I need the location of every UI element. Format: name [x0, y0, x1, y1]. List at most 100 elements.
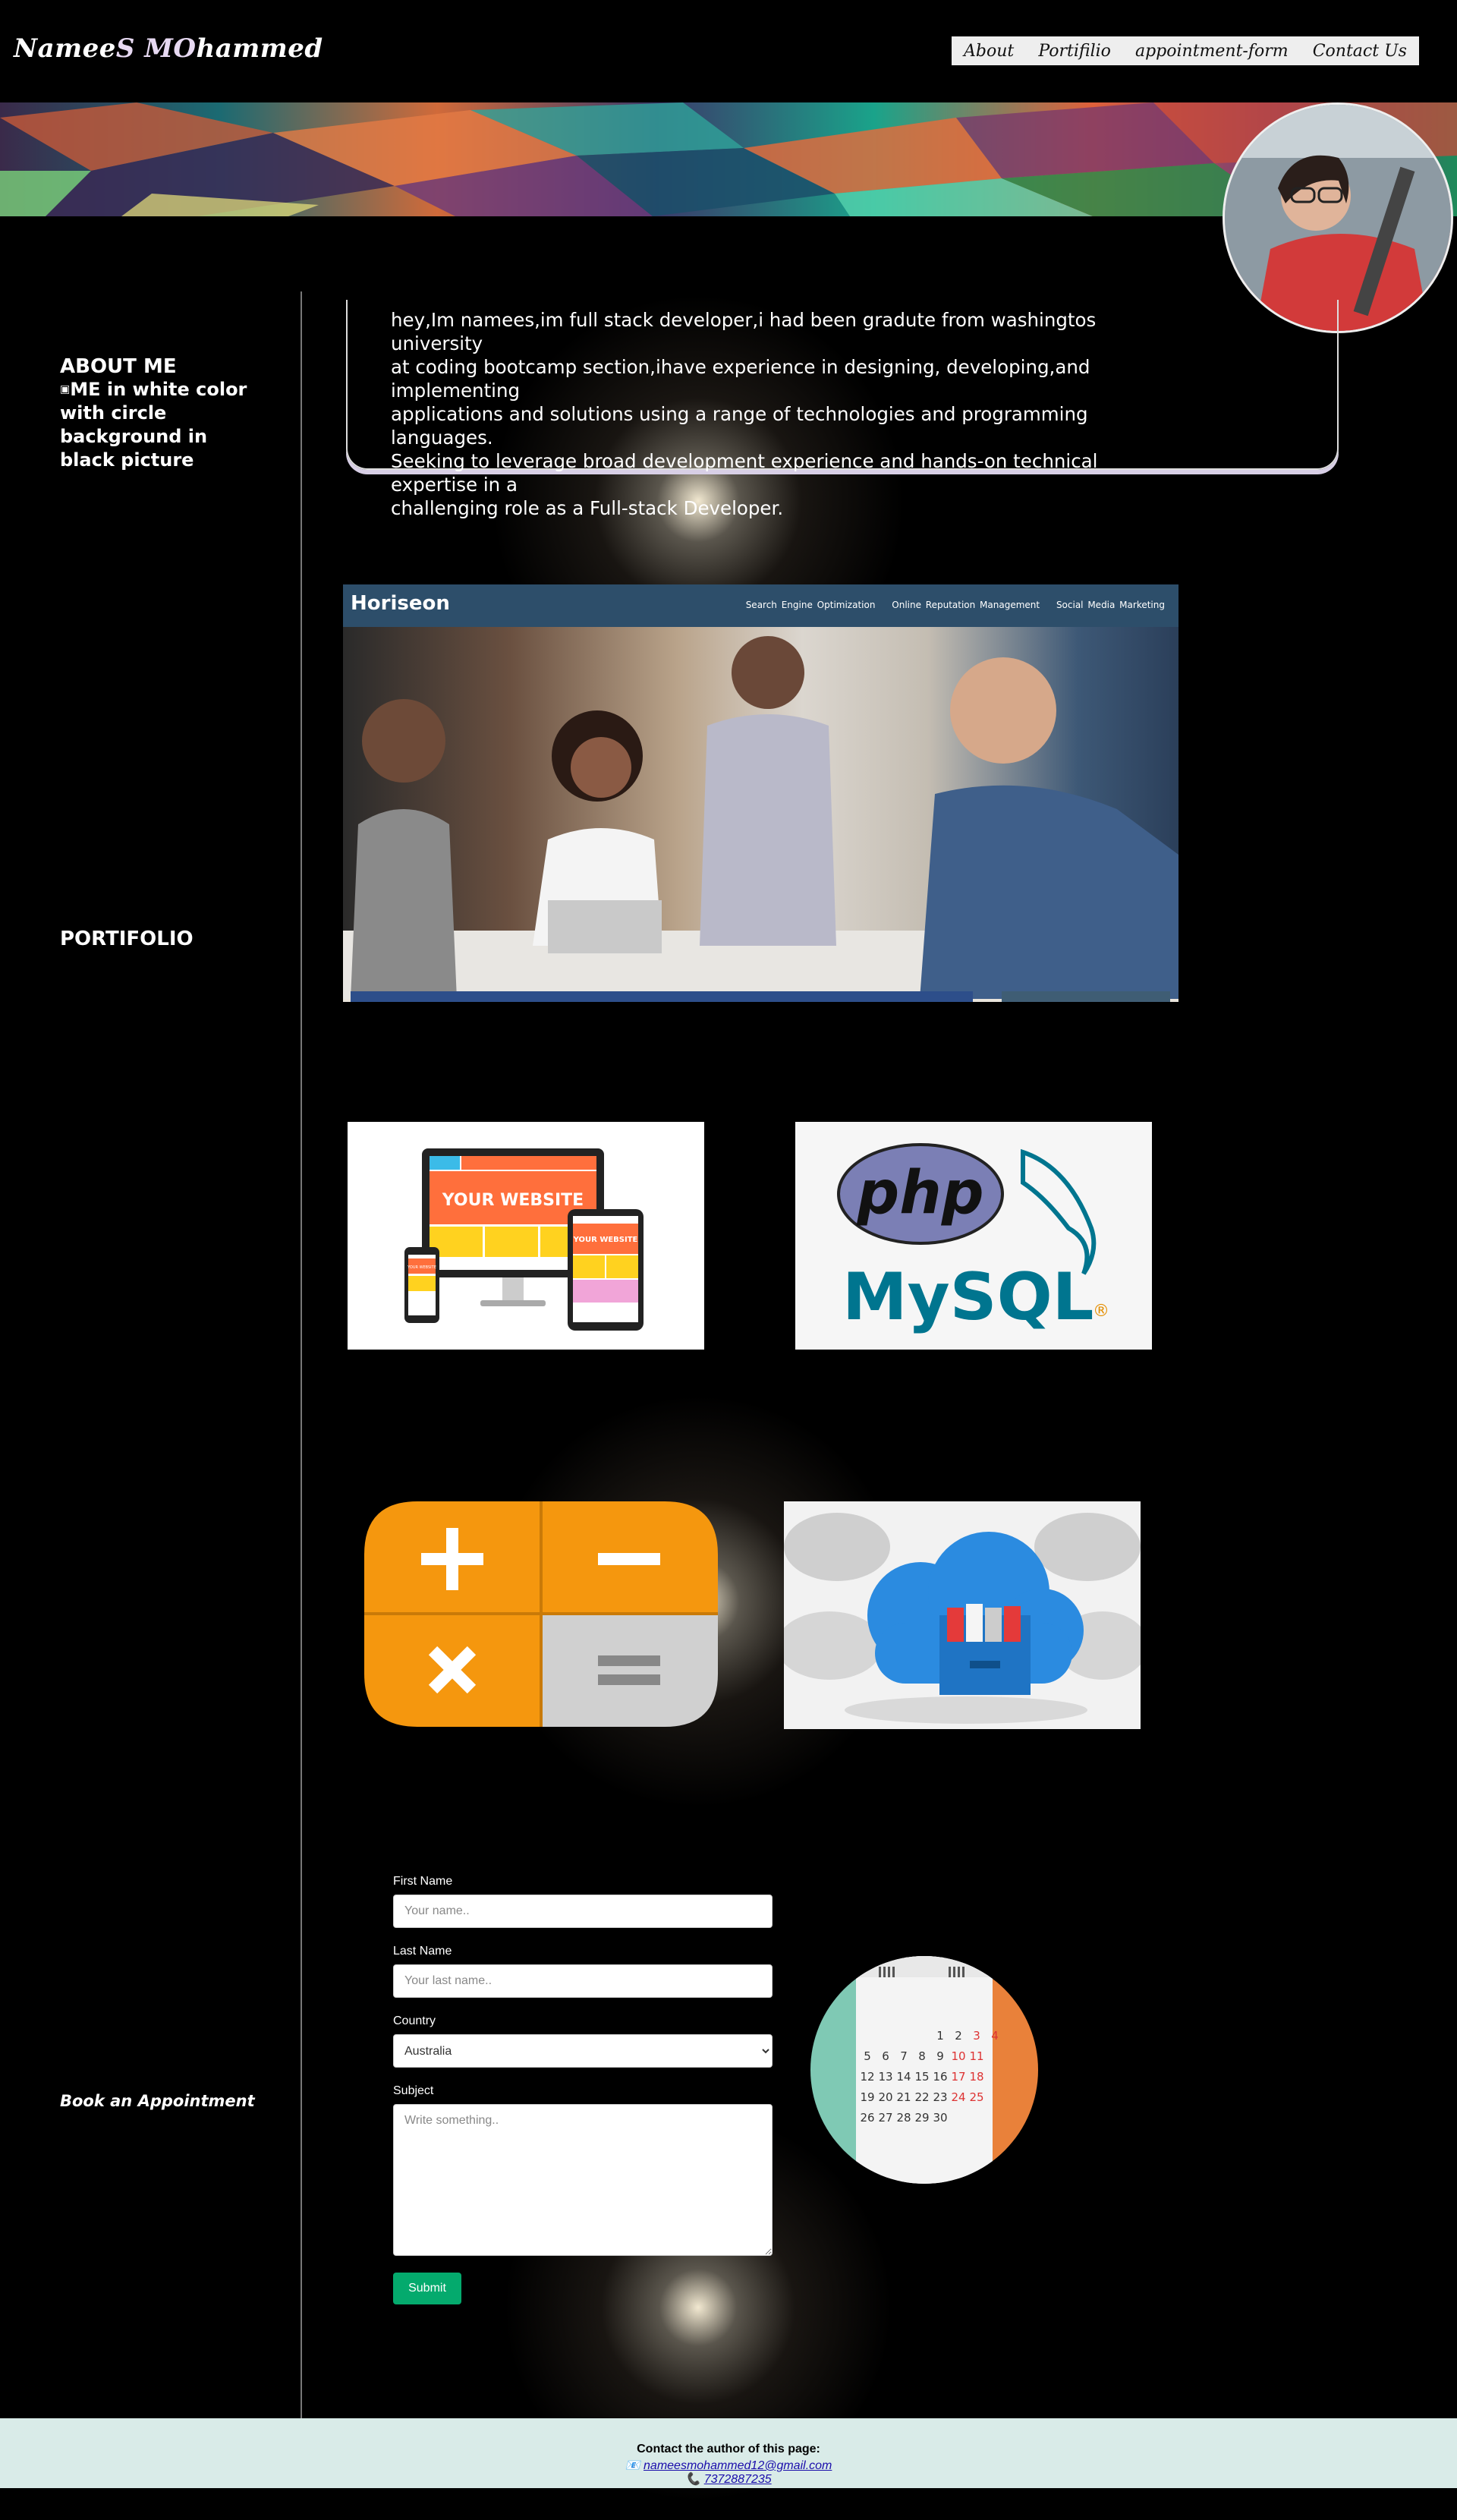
horiseon-footer-bar — [351, 991, 973, 1002]
calendar-day: 7 — [900, 2049, 908, 2063]
phone-website-label: YOUR WEBSITE — [407, 1265, 436, 1270]
calculator-thumbnail[interactable] — [364, 1501, 718, 1727]
logo-text-1: Namee — [14, 33, 116, 64]
submit-button[interactable]: Submit — [393, 2273, 461, 2304]
last-name-input[interactable] — [393, 1964, 773, 1998]
site-footer: Contact the author of this page: 📧 namee… — [0, 2418, 1457, 2488]
email-link[interactable]: nameesmohammed12@gmail.com — [644, 2459, 832, 2472]
about-line: applications and solutions using a range… — [391, 403, 1088, 449]
horiseon-screenshot[interactable]: Horiseon Search Engine Optimization Onli… — [343, 584, 1179, 1002]
calendar-day: 10 — [951, 2049, 965, 2063]
calendar-day: 18 — [969, 2070, 983, 2084]
last-name-label: Last Name — [393, 1945, 452, 1958]
calendar-day: 24 — [951, 2090, 965, 2104]
calendar-day: 11 — [969, 2049, 983, 2063]
subject-label: Subject — [393, 2084, 434, 2097]
site-logo: NameeS MOhammed — [14, 33, 323, 64]
phone-icon: 📞 — [685, 2473, 701, 2486]
horiseon-footer-box — [1002, 991, 1170, 1002]
appointment-title: Book an Appointment — [60, 2092, 255, 2110]
main-nav: About Portifilio appointment-form Contac… — [952, 36, 1419, 65]
calendar-day: 15 — [914, 2070, 929, 2084]
horiseon-header: Horiseon Search Engine Optimization Onli… — [343, 584, 1179, 627]
calendar-day: 2 — [955, 2029, 962, 2043]
phone-link[interactable]: 7372887235 — [704, 2473, 772, 2486]
envelope-icon: 📧 — [625, 2459, 640, 2472]
calendar-day: 20 — [878, 2090, 892, 2104]
first-name-label: First Name — [393, 1875, 453, 1888]
calendar-day: 25 — [969, 2090, 983, 2104]
calendar-day: 12 — [860, 2070, 874, 2084]
php-mysql-illustration: php MySQL ® — [837, 1143, 1109, 1335]
subject-textarea[interactable] — [393, 2104, 773, 2256]
phone-line: 📞 7372887235 — [0, 2471, 1457, 2487]
logo-text-3: MO — [144, 33, 197, 64]
calendar-day: 6 — [882, 2049, 889, 2063]
mysql-logo-text: MySQL — [842, 1259, 1094, 1335]
about-title: ABOUT ME — [60, 355, 177, 378]
logo-text-2: S — [115, 33, 145, 64]
calendar-day: 21 — [896, 2090, 911, 2104]
calendar-day: 14 — [896, 2070, 911, 2084]
about-line: hey,Im namees,im full stack developer,i … — [391, 309, 1097, 354]
responsive-website-thumbnail[interactable]: YOUR WEBSITE YOUR WEBSITE YOUR WEBSITE — [348, 1122, 704, 1350]
calendar-day: 9 — [936, 2049, 944, 2063]
horiseon-team-photo — [343, 627, 1179, 999]
nav-portfolio[interactable]: Portifilio — [1038, 42, 1111, 61]
broken-image-icon: ▣ — [60, 383, 71, 395]
horiseon-link: Social Media Marketing — [1056, 600, 1165, 610]
cloud-storage-thumbnail[interactable] — [784, 1501, 1141, 1729]
calendar-day: 23 — [933, 2090, 947, 2104]
horiseon-nav: Search Engine Optimization Online Reputa… — [734, 600, 1165, 610]
nav-contact-us[interactable]: Contact Us — [1313, 42, 1407, 61]
about-line: at coding bootcamp section,ihave experie… — [391, 356, 1090, 402]
calendar-day: 30 — [933, 2111, 947, 2125]
mysql-reg-mark: ® — [1093, 1302, 1109, 1321]
your-website-label: YOUR WEBSITE — [442, 1191, 584, 1210]
team-illustration — [343, 636, 1179, 999]
responsive-devices-illustration: YOUR WEBSITE YOUR WEBSITE YOUR WEBSITE — [404, 1148, 644, 1331]
tablet-website-label: YOUR WEBSITE — [573, 1236, 638, 1244]
contact-title: Contact the author of this page: — [637, 2443, 820, 2455]
calendar-day: 17 — [951, 2070, 965, 2084]
country-label: Country — [393, 2014, 436, 2027]
calendar-day: 26 — [860, 2111, 874, 2125]
horiseon-link: Search Engine Optimization — [745, 600, 876, 610]
php-logo-text: php — [856, 1159, 983, 1227]
profile-illustration — [1225, 105, 1451, 331]
calendar-image: 1 2 3 4 5 6 7 8 9 10 11 12 13 14 15 16 17 18 19 20 21 22 23 24 2… — [810, 1956, 1038, 2184]
calendar-day: 13 — [878, 2070, 892, 2084]
calendar-day: 28 — [896, 2111, 911, 2125]
horiseon-logo: Horiseon — [351, 592, 450, 615]
calendar-day: 4 — [991, 2029, 999, 2043]
php-mysql-thumbnail[interactable]: php MySQL ® — [795, 1122, 1152, 1350]
calculator-icon — [364, 1501, 718, 1727]
section-divider — [301, 291, 302, 2420]
calendar-day: 19 — [860, 2090, 874, 2104]
calendar-icon: 1 2 3 45 6 7 8 9 10 1112 13 14 15 16 17 1819 20 21 22 23 24 2… — [856, 1956, 999, 2184]
country-select[interactable]: Australia — [393, 2034, 773, 2068]
about-text: hey,Im namees,im full stack developer,i … — [391, 308, 1165, 520]
calendar-day: 8 — [918, 2049, 926, 2063]
about-image-alt: ▣ME in white color with circle backgroun… — [60, 378, 257, 472]
logo-text-4: hammed — [196, 33, 323, 64]
calendar-day: 3 — [973, 2029, 980, 2043]
site-header: NameeS MOhammed About Portifilio appoint… — [0, 0, 1457, 102]
appointment-form: First Name Last Name Country Australia S… — [393, 1875, 773, 2304]
about-image-alt-text: ME in white color with circle background… — [60, 379, 247, 471]
calendar-day: 5 — [864, 2049, 871, 2063]
calendar-day: 29 — [914, 2111, 929, 2125]
cloud-storage-illustration — [784, 1501, 1141, 1729]
first-name-input[interactable] — [393, 1895, 773, 1928]
calendar-day: 16 — [933, 2070, 947, 2084]
profile-photo — [1223, 102, 1453, 333]
horiseon-link: Online Reputation Management — [892, 600, 1040, 610]
nav-about[interactable]: About — [964, 42, 1014, 61]
calendar-day: 1 — [936, 2029, 944, 2043]
calendar-day: 27 — [878, 2111, 892, 2125]
email-line: 📧 nameesmohammed12@gmail.com — [0, 2458, 1457, 2473]
about-line: Seeking to leverage broad development ex… — [391, 450, 1098, 496]
portfolio-title: PORTIFOLIO — [60, 928, 194, 950]
about-line: challenging role as a Full-stack Develop… — [391, 497, 784, 519]
nav-appointment-form[interactable]: appointment-form — [1135, 42, 1289, 61]
